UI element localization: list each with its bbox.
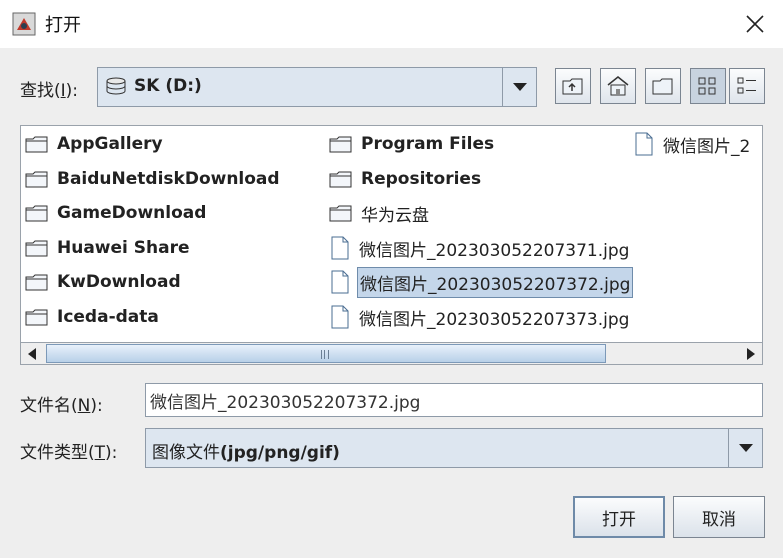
folder-icon: [25, 171, 48, 188]
list-view-icon: [698, 77, 716, 95]
java-app-icon: [12, 12, 36, 36]
file-list[interactable]: AppGallery BaiduNetdiskDownload GameDown…: [20, 125, 763, 365]
list-item[interactable]: Repositories: [329, 163, 481, 195]
lookin-dropdown-button[interactable]: [502, 68, 536, 106]
folder-icon: [25, 274, 48, 291]
new-folder-icon: [652, 78, 673, 95]
list-item[interactable]: BaiduNetdiskDownload: [25, 163, 280, 195]
file-icon: [331, 236, 349, 260]
filetype-label: 文件类型(T):: [20, 443, 118, 463]
details-view-button[interactable]: [729, 68, 765, 104]
list-item[interactable]: 华为云盘: [329, 197, 429, 229]
up-folder-icon: [562, 78, 583, 95]
folder-icon: [329, 136, 352, 153]
list-item[interactable]: Huawei Share: [25, 232, 190, 264]
scrollbar-thumb[interactable]: [46, 344, 606, 363]
grip-icon: [321, 350, 329, 359]
folder-icon: [25, 136, 48, 153]
cancel-button[interactable]: 取消: [673, 496, 765, 538]
list-item[interactable]: Iceda-data: [25, 301, 159, 333]
folder-icon: [25, 205, 48, 222]
file-icon: [331, 270, 349, 294]
title-bar: 打开: [0, 0, 783, 48]
filetype-value: 图像文件(jpg/png/gif): [152, 443, 340, 463]
chevron-down-icon: [738, 444, 753, 452]
lookin-label: 查找(I):: [20, 81, 79, 101]
list-item-selected[interactable]: 微信图片_202303052207372.jpg: [329, 266, 634, 298]
list-item[interactable]: GameDownload: [25, 197, 206, 229]
list-item[interactable]: AppGallery: [25, 128, 163, 160]
filename-input[interactable]: [145, 383, 763, 417]
filetype-combo[interactable]: 图像文件(jpg/png/gif): [145, 428, 763, 468]
file-icon: [331, 305, 349, 329]
folder-icon: [25, 240, 48, 257]
list-item[interactable]: 微信图片_2: [633, 128, 750, 160]
filename-label: 文件名(N):: [20, 396, 103, 416]
close-icon: [746, 15, 764, 33]
lookin-combo[interactable]: SK (D:): [97, 67, 537, 107]
close-button[interactable]: [727, 0, 783, 48]
list-item[interactable]: 微信图片_202303052207373.jpg: [329, 301, 629, 333]
list-item[interactable]: 微信图片_202303052207371.jpg: [329, 232, 629, 264]
list-item-clip: 微信图片_2: [633, 128, 762, 162]
folder-icon: [329, 205, 352, 222]
drive-icon: [106, 77, 126, 95]
new-folder-button[interactable]: [645, 68, 681, 104]
scroll-right-button[interactable]: [740, 343, 762, 364]
home-icon: [607, 76, 629, 96]
arrow-left-icon: [28, 347, 36, 360]
lookin-value: SK (D:): [134, 76, 202, 96]
arrow-right-icon: [747, 347, 755, 360]
list-item[interactable]: KwDownload: [25, 266, 181, 298]
open-button[interactable]: 打开: [573, 496, 665, 538]
details-view-icon: [737, 77, 756, 94]
scroll-left-button[interactable]: [21, 343, 43, 364]
window-title: 打开: [45, 15, 81, 36]
file-icon: [635, 132, 653, 156]
chevron-down-icon: [512, 83, 527, 91]
home-button[interactable]: [600, 68, 636, 104]
list-item[interactable]: Program Files: [329, 128, 494, 160]
up-folder-button[interactable]: [555, 68, 591, 104]
folder-icon: [25, 309, 48, 326]
filetype-dropdown-button[interactable]: [728, 429, 762, 467]
folder-icon: [329, 171, 352, 188]
horizontal-scrollbar[interactable]: [20, 342, 763, 365]
list-view-button[interactable]: [690, 68, 726, 104]
